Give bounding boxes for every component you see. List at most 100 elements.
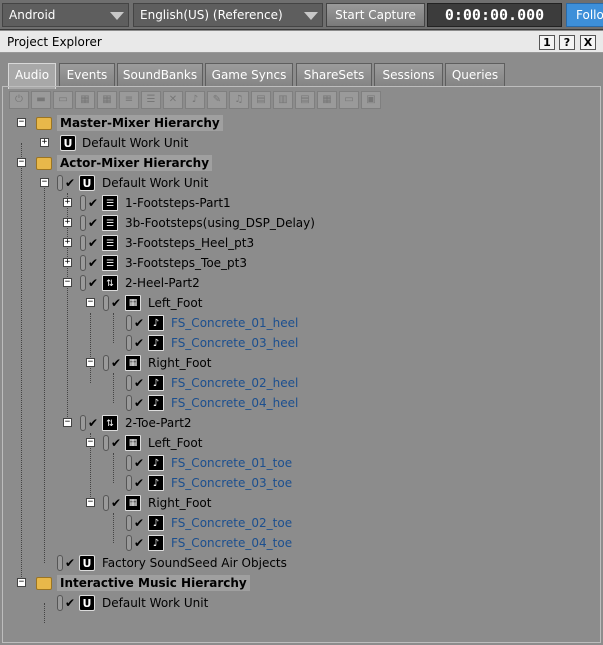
collapse-toggle[interactable]: − — [40, 178, 49, 187]
tree-row-master-default-work-unit[interactable]: + U Default Work Unit — [3, 134, 600, 152]
tree-row-sound[interactable]: ✔ ♪ FS_Concrete_04_heel — [3, 394, 600, 412]
collapse-toggle[interactable]: − — [17, 578, 26, 587]
check-icon[interactable]: ✔ — [132, 456, 146, 470]
check-icon[interactable]: ✔ — [132, 376, 146, 390]
tree-row-heel-left-foot[interactable]: − ✔ ▦ Left_Foot — [3, 294, 600, 312]
collapse-toggle[interactable]: − — [86, 358, 95, 367]
check-icon[interactable]: ✔ — [86, 276, 100, 290]
tree-row-footsteps-dsp-delay[interactable]: + ✔ ☰ 3b-Footsteps(using_DSP_Delay) — [3, 214, 600, 232]
tab-sharesets[interactable]: ShareSets — [296, 63, 372, 87]
sound-icon: ♪ — [148, 335, 164, 351]
tree-row-heel-part2[interactable]: − ✔ ⇅ 2-Heel-Part2 — [3, 274, 600, 292]
work-unit-icon: U — [79, 555, 95, 571]
help-button[interactable]: ? — [559, 35, 575, 50]
check-icon[interactable]: ✔ — [109, 496, 123, 510]
check-icon[interactable]: ✔ — [109, 296, 123, 310]
tree-row-heel-right-foot[interactable]: − ✔ ▦ Right_Foot — [3, 354, 600, 372]
tree-row-interactive-default-work-unit[interactable]: ✔ U Default Work Unit — [3, 594, 600, 612]
collapse-toggle[interactable]: − — [86, 298, 95, 307]
tree-row-footsteps-toe-pt3[interactable]: + ✔ ☰ 3-Footsteps_Toe_pt3 — [3, 254, 600, 272]
sequence-container-icon: ☰ — [102, 235, 118, 251]
collapse-toggle[interactable]: − — [63, 418, 72, 427]
pin-button[interactable]: 1 — [539, 35, 555, 50]
panel-title: Project Explorer — [7, 35, 102, 49]
start-capture-button[interactable]: Start Capture — [326, 3, 425, 27]
tree-row-toe-right-foot[interactable]: − ✔ ▦ Right_Foot — [3, 494, 600, 512]
tree-label: FS_Concrete_01_heel — [171, 316, 299, 330]
check-icon[interactable]: ✔ — [109, 356, 123, 370]
tree-row-interactive-music[interactable]: − Interactive Music Hierarchy — [3, 574, 600, 592]
tree-row-master-mixer[interactable]: − Master-Mixer Hierarchy — [3, 114, 600, 132]
sound-icon: ♪ — [148, 375, 164, 391]
tree-row-sound[interactable]: ✔ ♪ FS_Concrete_02_heel — [3, 374, 600, 392]
tree-label: 1-Footsteps-Part1 — [125, 196, 231, 210]
collapse-toggle[interactable]: − — [63, 278, 72, 287]
audio-tab-content: ⏻ ▬ ▭ ▦ ▦ ≡ ☰ ✕ ♪ ✎ ♫ ▤ ▥ ▤ ▦ ▭ ▣ − Mast… — [2, 86, 601, 643]
check-icon[interactable]: ✔ — [132, 476, 146, 490]
expand-toggle[interactable]: + — [63, 238, 72, 247]
language-select[interactable]: English(US) (Reference) — [133, 3, 323, 27]
expand-toggle[interactable]: + — [40, 138, 49, 147]
tree-label: Left_Foot — [148, 296, 203, 310]
tree-label: Default Work Unit — [102, 596, 209, 610]
sound-icon: ♪ — [148, 395, 164, 411]
check-icon[interactable]: ✔ — [132, 336, 146, 350]
tree-row-actor-mixer[interactable]: − Actor-Mixer Hierarchy — [3, 154, 600, 172]
tree-row-footsteps-heel-pt3[interactable]: + ✔ ☰ 3-Footsteps_Heel_pt3 — [3, 234, 600, 252]
tree-row-factory-soundseed[interactable]: ✔ U Factory SoundSeed Air Objects — [3, 554, 600, 572]
tree-label: 3b-Footsteps(using_DSP_Delay) — [125, 216, 315, 230]
tree-label: Interactive Music Hierarchy — [57, 575, 250, 591]
check-icon[interactable]: ✔ — [132, 516, 146, 530]
check-icon[interactable]: ✔ — [86, 196, 100, 210]
tree-row-sound[interactable]: ✔ ♪ FS_Concrete_01_toe — [3, 454, 600, 472]
tree-label: 2-Heel-Part2 — [125, 276, 200, 290]
tree-row-footsteps-part1[interactable]: + ✔ ☰ 1-Footsteps-Part1 — [3, 194, 600, 212]
tab-sessions[interactable]: Sessions — [374, 63, 443, 87]
sound-icon: ♪ — [148, 515, 164, 531]
tab-events[interactable]: Events — [59, 63, 115, 87]
collapse-toggle[interactable]: − — [86, 498, 95, 507]
random-container-icon: ▦ — [125, 355, 141, 371]
tree-row-sound[interactable]: ✔ ♪ FS_Concrete_03_toe — [3, 474, 600, 492]
expand-toggle[interactable]: + — [63, 198, 72, 207]
check-icon[interactable]: ✔ — [132, 536, 146, 550]
tree-label: Right_Foot — [148, 496, 212, 510]
check-icon[interactable]: ✔ — [63, 556, 77, 570]
collapse-toggle[interactable]: − — [17, 118, 26, 127]
close-button[interactable]: X — [580, 35, 596, 50]
tab-soundbanks[interactable]: SoundBanks — [117, 63, 203, 87]
check-icon[interactable]: ✔ — [86, 256, 100, 270]
sound-icon: ♪ — [148, 315, 164, 331]
tree-row-sound[interactable]: ✔ ♪ FS_Concrete_04_toe — [3, 534, 600, 552]
expand-toggle[interactable]: + — [63, 258, 72, 267]
check-icon[interactable]: ✔ — [86, 236, 100, 250]
check-icon[interactable]: ✔ — [109, 436, 123, 450]
tab-queries[interactable]: Queries — [445, 63, 505, 87]
check-icon[interactable]: ✔ — [132, 316, 146, 330]
tree-label: FS_Concrete_03_heel — [171, 336, 299, 350]
collapse-toggle[interactable]: − — [17, 158, 26, 167]
switch-container-icon: ⇅ — [102, 275, 118, 291]
tree-row-toe-part2[interactable]: − ✔ ⇅ 2-Toe-Part2 — [3, 414, 600, 432]
tree-row-toe-left-foot[interactable]: − ✔ ▦ Left_Foot — [3, 434, 600, 452]
collapse-toggle[interactable]: − — [86, 438, 95, 447]
tab-game-syncs[interactable]: Game Syncs — [205, 63, 293, 87]
tree-row-sound[interactable]: ✔ ♪ FS_Concrete_01_heel — [3, 314, 600, 332]
check-icon[interactable]: ✔ — [132, 396, 146, 410]
expand-toggle[interactable]: + — [63, 218, 72, 227]
tree-row-sound[interactable]: ✔ ♪ FS_Concrete_03_heel — [3, 334, 600, 352]
language-value: English(US) (Reference) — [140, 8, 283, 22]
tree-label: Actor-Mixer Hierarchy — [57, 155, 213, 171]
tree-row-sound[interactable]: ✔ ♪ FS_Concrete_02_toe — [3, 514, 600, 532]
tree-row-actor-default-work-unit[interactable]: − ✔ U Default Work Unit — [3, 174, 600, 192]
check-icon[interactable]: ✔ — [86, 416, 100, 430]
check-icon[interactable]: ✔ — [63, 176, 77, 190]
panel-titlebar: Project Explorer 1 ? X — [0, 31, 603, 53]
check-icon[interactable]: ✔ — [63, 596, 77, 610]
folder-icon — [36, 577, 52, 590]
work-unit-icon: U — [60, 135, 76, 151]
check-icon[interactable]: ✔ — [86, 216, 100, 230]
platform-select[interactable]: Android — [2, 3, 129, 27]
follow-button[interactable]: Follo — [566, 3, 603, 27]
sequence-container-icon: ☰ — [102, 195, 118, 211]
